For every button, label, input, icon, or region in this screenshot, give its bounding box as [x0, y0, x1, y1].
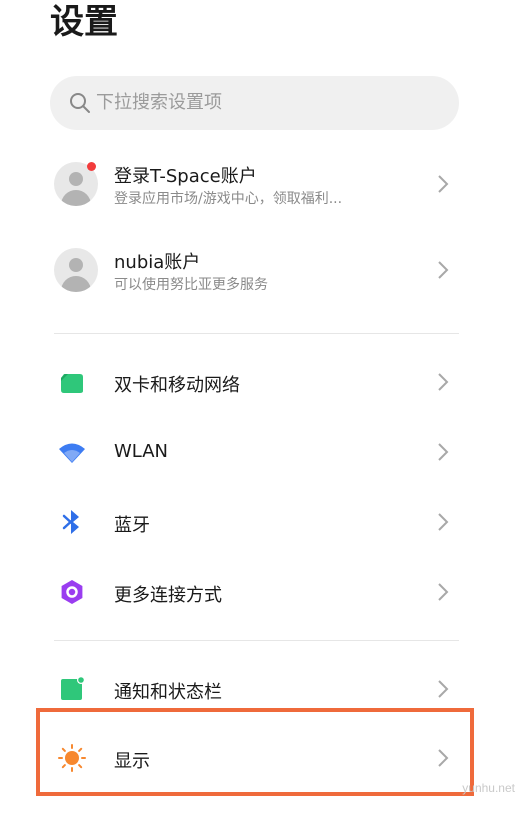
chevron-right-icon — [438, 261, 449, 279]
page-title: 设置 — [50, 2, 118, 42]
settings-item-more-connections[interactable]: 更多连接方式 — [50, 557, 459, 627]
chevron-right-icon — [438, 373, 449, 391]
search-bar[interactable]: 下拉搜索设置项 — [50, 76, 459, 130]
bluetooth-icon — [62, 510, 79, 534]
avatar — [54, 248, 98, 292]
notification-icon — [61, 676, 85, 700]
settings-item-label: 通知和状态栏 — [114, 682, 222, 703]
settings-item-bluetooth[interactable]: 蓝牙 — [50, 487, 459, 557]
search-placeholder: 下拉搜索设置项 — [96, 92, 222, 113]
settings-item-label: 双卡和移动网络 — [114, 375, 240, 396]
more-connections-icon — [61, 580, 83, 604]
highlight-box — [36, 708, 474, 796]
chevron-right-icon — [438, 513, 449, 531]
watermark: yunhu.net — [462, 781, 515, 795]
chevron-right-icon — [438, 175, 449, 193]
settings-item-label: 更多连接方式 — [114, 585, 222, 606]
section-divider — [54, 640, 459, 641]
chevron-right-icon — [438, 443, 449, 461]
account-subtitle: 登录应用市场/游戏中心，领取福利... — [114, 191, 343, 207]
search-icon — [70, 93, 90, 113]
settings-item-sim[interactable]: 双卡和移动网络 — [50, 347, 459, 417]
section-divider — [54, 333, 459, 334]
account-title: 登录T-Space账户 — [114, 166, 257, 187]
account-row-tspace[interactable]: 登录T-Space账户 登录应用市场/游戏中心，领取福利... — [50, 149, 459, 219]
wifi-icon — [59, 443, 85, 463]
account-title: nubia账户 — [114, 252, 201, 273]
account-subtitle: 可以使用努比亚更多服务 — [114, 277, 268, 293]
settings-item-label: WLAN — [114, 441, 169, 462]
chevron-right-icon — [438, 583, 449, 601]
notification-dot — [87, 162, 96, 171]
account-row-nubia[interactable]: nubia账户 可以使用努比亚更多服务 — [50, 235, 459, 305]
settings-item-wlan[interactable]: WLAN — [50, 417, 459, 487]
chevron-right-icon — [438, 680, 449, 698]
settings-item-label: 蓝牙 — [114, 515, 150, 536]
sim-card-icon — [61, 374, 83, 393]
